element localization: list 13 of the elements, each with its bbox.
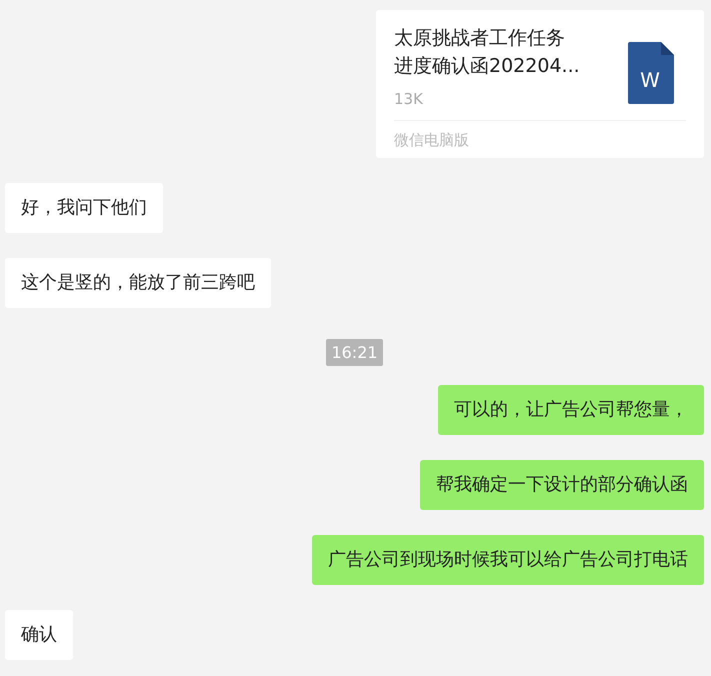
file-source: 微信电脑版 [394,120,686,150]
message-bubble: 这个是竖的，能放了前三跨吧 [5,258,271,308]
message-bubble: 确认 [5,610,73,660]
file-message-card[interactable]: 太原挑战者工作任务 进度确认函202204... 13K W 微信电脑版 [376,10,704,158]
message-bubble: 广告公司到现场时候我可以给广告公司打电话 [312,535,704,585]
message-bubble: 可以的，让广告公司帮您量， [438,385,704,435]
word-document-icon: W [628,42,674,104]
message-bubble: 好，我问下他们 [5,183,163,233]
file-size: 13K [394,90,424,108]
file-name: 进度确认函202204... [394,54,580,79]
message-time: 16:21 [326,339,383,366]
file-name: 太原挑战者工作任务 [394,26,566,51]
message-bubble: 帮我确定一下设计的部分确认函 [420,460,704,510]
